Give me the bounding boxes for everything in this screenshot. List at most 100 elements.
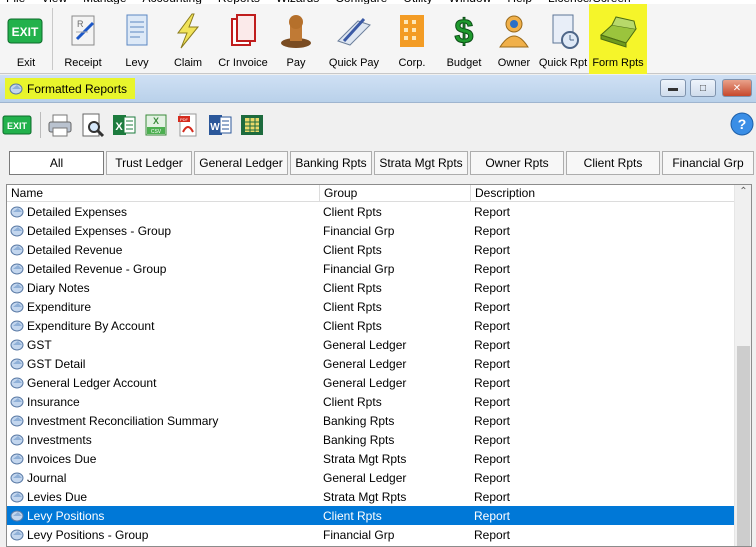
reports-list: Name Group Description Detailed Expenses… xyxy=(6,184,752,547)
table-row-selected[interactable]: Levy Positions Client Rpts Report xyxy=(7,506,751,525)
cell-group: Client Rpts xyxy=(323,204,382,219)
cell-group: General Ledger xyxy=(323,375,407,390)
cell-group: Financial Grp xyxy=(323,261,395,276)
scrollbar-thumb[interactable] xyxy=(737,346,750,546)
report-icon xyxy=(10,453,24,464)
table-row[interactable]: Detailed Expenses - Group Financial Grp Re… xyxy=(7,221,751,240)
report-icon xyxy=(10,320,24,331)
word-export-button[interactable]: W xyxy=(207,112,233,138)
column-header-description[interactable]: Description xyxy=(471,185,734,201)
table-row[interactable]: Journal General Ledger Report xyxy=(7,468,751,487)
pdf-icon: PDF xyxy=(178,113,197,137)
claim-button[interactable]: Claim xyxy=(161,4,215,74)
corp-button[interactable]: Corp. xyxy=(387,4,437,74)
receipt-icon: R xyxy=(63,11,103,51)
close-button[interactable]: ✕ xyxy=(722,79,752,97)
cell-name: Levy Positions xyxy=(7,509,320,523)
excel-export-button[interactable]: X xyxy=(111,112,137,138)
cell-name: Levy Positions - Group xyxy=(7,528,320,542)
print-button[interactable] xyxy=(47,112,73,138)
cell-name: Levies Due xyxy=(7,490,320,504)
grid-icon xyxy=(241,115,263,135)
vertical-scrollbar[interactable]: ⌃ xyxy=(734,185,751,546)
tab-all[interactable]: All xyxy=(9,151,104,175)
formatted-reports-window: Formatted Reports ▬ □ ✕ EXIT X X CSV PDF … xyxy=(0,75,756,547)
reports-toolbar: EXIT X X CSV PDF W ? xyxy=(0,104,756,146)
cell-group: General Ledger xyxy=(323,356,407,371)
cr-invoice-button[interactable]: Cr Invoice xyxy=(215,4,271,74)
quick-pay-icon xyxy=(334,11,374,51)
cell-group: Client Rpts xyxy=(323,394,382,409)
cell-name: Diary Notes xyxy=(7,281,320,295)
report-icon xyxy=(10,434,24,445)
cell-name: General Ledger Account xyxy=(7,376,320,390)
column-header-group[interactable]: Group xyxy=(320,185,471,201)
help-button[interactable]: ? xyxy=(730,112,754,138)
cell-group: Client Rpts xyxy=(323,299,382,314)
svg-text:W: W xyxy=(210,122,220,133)
table-row[interactable]: Levy Positions - Group Financial Grp Repor… xyxy=(7,525,751,544)
quick-rpt-icon xyxy=(543,11,583,51)
table-row[interactable]: Levies Due Strata Mgt Rpts Report xyxy=(7,487,751,506)
pdf-export-button[interactable]: PDF xyxy=(175,112,201,138)
tab-strata-mgt-rpts[interactable]: Strata Mgt Rpts xyxy=(374,151,468,175)
cell-description: Report xyxy=(474,318,511,333)
cell-group: Client Rpts xyxy=(323,508,382,523)
pay-button[interactable]: Pay xyxy=(271,4,321,74)
table-row[interactable]: GST Detail General Ledger Report xyxy=(7,354,751,373)
tab-banking-rpts[interactable]: Banking Rpts xyxy=(290,151,372,175)
claim-icon xyxy=(168,11,208,51)
tab-financial-grp[interactable]: Financial Grp xyxy=(662,151,754,175)
owner-button[interactable]: Owner xyxy=(491,4,537,74)
csv-export-button[interactable]: X CSV xyxy=(143,112,169,138)
window-titlebar: Formatted Reports ▬ □ ✕ xyxy=(0,75,756,103)
table-row[interactable]: GST General Ledger Report xyxy=(7,335,751,354)
cell-name: Detailed Expenses xyxy=(7,205,320,219)
cell-description: Report xyxy=(474,356,511,371)
tab-owner-rpts[interactable]: Owner Rpts xyxy=(470,151,564,175)
maximize-button[interactable]: □ xyxy=(690,79,716,97)
scroll-up-icon[interactable]: ⌃ xyxy=(735,186,751,197)
exit-button[interactable]: EXIT Exit xyxy=(0,4,52,74)
quick-rpt-button[interactable]: Quick Rpt xyxy=(537,4,589,74)
cell-group: Client Rpts xyxy=(323,318,382,333)
table-row[interactable]: General Ledger Account General Ledger Repo… xyxy=(7,373,751,392)
svg-text:EXIT: EXIT xyxy=(7,121,28,131)
report-icon xyxy=(10,472,24,483)
table-row[interactable]: Detailed Revenue - Group Financial Grp Rep… xyxy=(7,259,751,278)
table-row[interactable]: Expenditure Client Rpts Report xyxy=(7,297,751,316)
table-row[interactable]: Diary Notes Client Rpts Report xyxy=(7,278,751,297)
close-icon: ✕ xyxy=(732,82,742,94)
minimize-button[interactable]: ▬ xyxy=(660,79,686,97)
form-rpts-icon xyxy=(598,11,638,51)
table-row[interactable]: Expenditure By Account Client Rpts Report xyxy=(7,316,751,335)
table-row[interactable]: Insurance Client Rpts Report xyxy=(7,392,751,411)
report-icon xyxy=(10,244,24,255)
table-row[interactable]: Investment Reconciliation Summary Banking… xyxy=(7,411,751,430)
svg-text:$: $ xyxy=(455,13,474,51)
preview-button[interactable] xyxy=(79,112,105,138)
quick-pay-button[interactable]: Quick Pay xyxy=(321,4,387,74)
table-row[interactable]: Detailed Expenses Client Rpts Report xyxy=(7,202,751,221)
tab-trust-ledger[interactable]: Trust Ledger xyxy=(106,151,192,175)
grid-export-button[interactable] xyxy=(239,112,265,138)
cell-description: Report xyxy=(474,204,511,219)
table-row[interactable]: Invoices Due Strata Mgt Rpts Report xyxy=(7,449,751,468)
tab-general-ledger[interactable]: General Ledger xyxy=(194,151,288,175)
table-row[interactable]: Investments Banking Rpts Report xyxy=(7,430,751,449)
tab-client-rpts[interactable]: Client Rpts xyxy=(566,151,660,175)
cell-description: Report xyxy=(474,337,511,352)
form-rpts-button[interactable]: Form Rpts xyxy=(589,4,647,74)
receipt-button[interactable]: R Receipt xyxy=(53,4,113,74)
budget-button[interactable]: $ Budget xyxy=(437,4,491,74)
table-row[interactable]: Detailed Revenue Client Rpts Report xyxy=(7,240,751,259)
cell-name: Expenditure By Account xyxy=(7,319,320,333)
preview-icon xyxy=(82,113,105,138)
reports-exit-button[interactable]: EXIT xyxy=(2,112,32,138)
levy-icon xyxy=(117,11,157,51)
levy-button[interactable]: Levy xyxy=(113,4,161,74)
column-header-name[interactable]: Name xyxy=(7,185,320,201)
cell-group: Financial Grp xyxy=(323,223,395,238)
cell-description: Report xyxy=(474,527,511,542)
list-body: Detailed Expenses Client Rpts Report Detail… xyxy=(7,202,751,544)
